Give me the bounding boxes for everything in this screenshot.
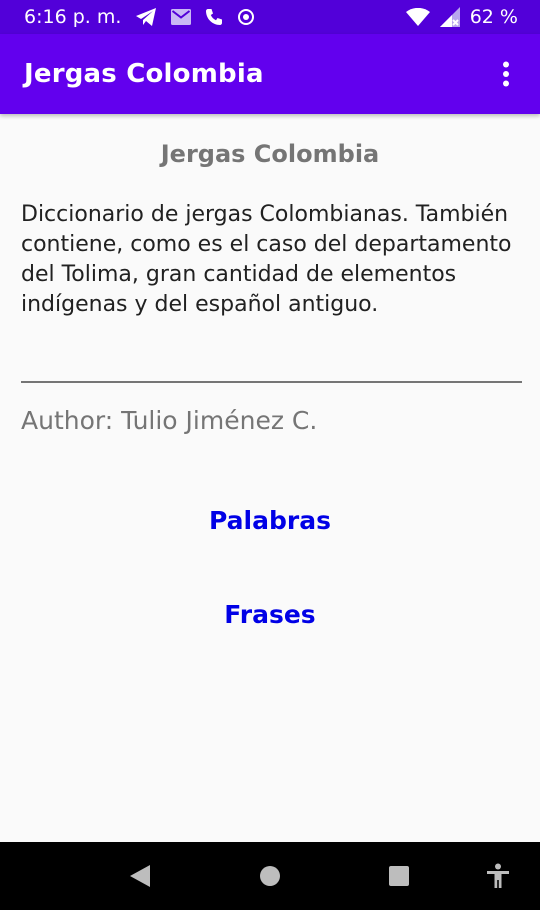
accessibility-button[interactable] xyxy=(468,842,528,910)
overflow-menu-button[interactable] xyxy=(492,54,520,94)
status-right: 62 % xyxy=(405,6,518,28)
radio-icon xyxy=(237,8,255,26)
phrases-button[interactable]: Frases xyxy=(120,584,420,644)
accessibility-icon xyxy=(487,863,509,888)
status-left: 6:16 p. m. xyxy=(24,6,255,28)
home-icon xyxy=(260,866,280,886)
signal-icon xyxy=(439,7,460,27)
status-time: 6:16 p. m. xyxy=(24,6,122,28)
wifi-icon xyxy=(405,8,430,26)
author-label: Author: Tulio Jiménez C. xyxy=(21,406,318,435)
mail-icon xyxy=(171,9,192,25)
page-title: Jergas Colombia xyxy=(160,140,380,168)
telegram-icon xyxy=(135,7,157,27)
home-button[interactable] xyxy=(240,842,300,910)
battery-level: 62 % xyxy=(469,6,518,28)
recents-button[interactable] xyxy=(369,842,429,910)
app-bar-title: Jergas Colombia xyxy=(24,59,264,89)
app-bar: Jergas Colombia xyxy=(0,34,540,114)
more-vert-icon xyxy=(503,61,509,87)
phone-icon xyxy=(205,8,223,26)
status-bar: 6:16 p. m. 62 % xyxy=(0,0,540,34)
divider xyxy=(21,381,522,383)
system-nav-bar xyxy=(0,842,540,910)
back-icon xyxy=(130,865,150,887)
app-description: Diccionario de jergas Colombianas. Tambi… xyxy=(21,202,512,317)
recents-icon xyxy=(389,866,409,886)
back-button[interactable] xyxy=(110,842,170,910)
main-content: Jergas Colombia Diccionario de jergas Co… xyxy=(0,114,540,842)
words-button[interactable]: Palabras xyxy=(120,490,420,550)
